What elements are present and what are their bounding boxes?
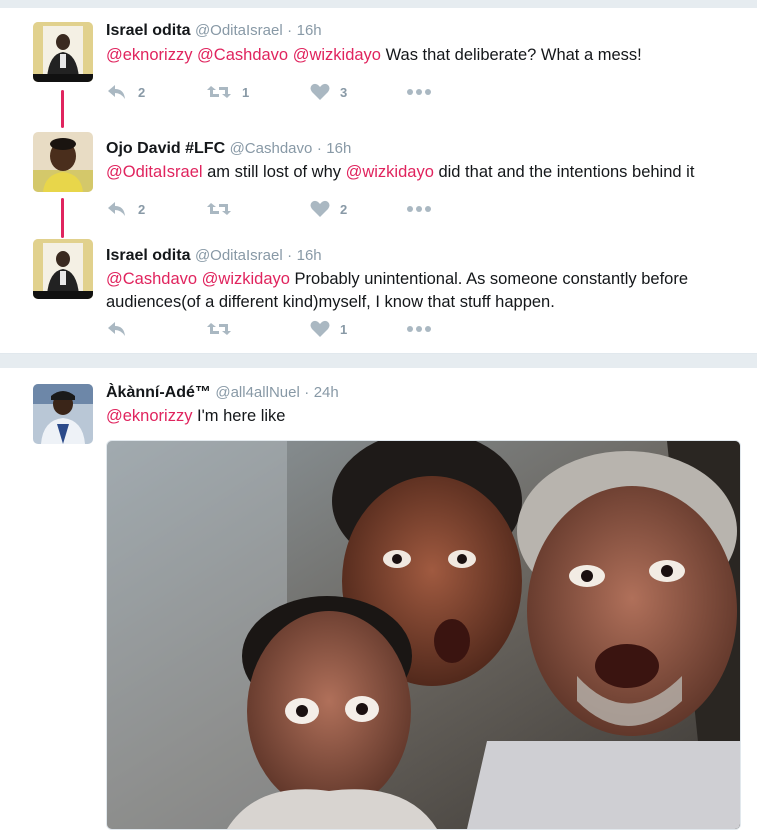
more-button[interactable] bbox=[406, 81, 432, 103]
avatar[interactable] bbox=[33, 132, 93, 192]
mention-link[interactable]: @wizkidayo bbox=[202, 270, 290, 288]
user-handle[interactable]: @Cashdavo bbox=[230, 140, 313, 157]
tweet[interactable]: Israel odita @OditaIsrael · 16h @eknoriz… bbox=[0, 8, 757, 116]
tweet-header: Israel odita @OditaIsrael · 16h bbox=[106, 22, 322, 40]
tweet-header: Àkànní-Adé™ @all4allNuel · 24h bbox=[106, 384, 339, 402]
timestamp[interactable]: 24h bbox=[314, 384, 339, 401]
reply-icon bbox=[106, 200, 128, 218]
like-count: 1 bbox=[340, 321, 348, 337]
timestamp[interactable]: 16h bbox=[326, 140, 351, 157]
reply-button[interactable]: 2 bbox=[106, 198, 145, 220]
mention-link[interactable]: @eknorizzy bbox=[106, 46, 192, 64]
retweet-icon bbox=[206, 320, 232, 338]
tweet-text: @eknorizzy @Cashdavo @wizkidayo Was that… bbox=[106, 44, 746, 67]
separator-dot: · bbox=[287, 22, 293, 39]
mention-link[interactable]: @Cashdavo bbox=[197, 46, 288, 64]
avatar[interactable] bbox=[33, 22, 93, 82]
more-icon bbox=[406, 88, 432, 96]
reply-count: 2 bbox=[138, 201, 146, 217]
display-name[interactable]: Àkànní-Adé™ bbox=[106, 384, 211, 401]
avatar[interactable] bbox=[33, 239, 93, 299]
more-button[interactable] bbox=[406, 198, 432, 220]
tweet-text-segment: Was that deliberate? What a mess! bbox=[380, 46, 642, 64]
reply-button[interactable]: 2 bbox=[106, 81, 145, 103]
heart-icon bbox=[310, 83, 330, 101]
retweet-button[interactable] bbox=[206, 318, 242, 340]
separator-dot: · bbox=[287, 247, 293, 264]
mention-link[interactable]: @Cashdavo bbox=[106, 270, 197, 288]
tweet-header: Israel odita @OditaIsrael · 16h bbox=[106, 247, 322, 265]
timestamp[interactable]: 16h bbox=[297, 247, 322, 264]
heart-icon bbox=[310, 320, 330, 338]
tweet-text-segment: am still lost of why bbox=[202, 163, 346, 181]
tweet[interactable]: Israel odita @OditaIsrael · 16h @Cashdav… bbox=[0, 224, 757, 353]
separator-dot: · bbox=[304, 384, 310, 401]
mention-link[interactable]: @OditaIsrael bbox=[106, 163, 203, 181]
more-icon bbox=[406, 205, 432, 213]
mention-link[interactable]: @eknorizzy bbox=[106, 407, 192, 425]
display-name[interactable]: Israel odita bbox=[106, 22, 190, 39]
mention-link[interactable]: @wizkidayo bbox=[346, 163, 434, 181]
tweet-actions: 2 1 3 bbox=[106, 81, 506, 103]
tweet-actions: 1 bbox=[106, 318, 506, 340]
heart-icon bbox=[310, 200, 330, 218]
retweet-button[interactable]: 1 bbox=[206, 81, 249, 103]
display-name[interactable]: Ojo David #LFC bbox=[106, 140, 225, 157]
display-name[interactable]: Israel odita bbox=[106, 247, 190, 264]
more-icon bbox=[406, 325, 432, 333]
user-handle[interactable]: @OditaIsrael bbox=[195, 247, 283, 264]
like-button[interactable]: 1 bbox=[310, 318, 347, 340]
tweet-panel: Àkànní-Adé™ @all4allNuel · 24h @eknorizz… bbox=[0, 368, 757, 837]
tweet-header: Ojo David #LFC @Cashdavo · 16h bbox=[106, 140, 351, 158]
tweet-text: @Cashdavo @wizkidayo Probably unintentio… bbox=[106, 268, 746, 314]
tweet-actions: 2 2 bbox=[106, 198, 506, 220]
tweet-text-segment: did that and the intentions behind it bbox=[433, 163, 695, 181]
timestamp[interactable]: 16h bbox=[297, 22, 322, 39]
reply-button[interactable] bbox=[106, 318, 138, 340]
conversation-panel: Israel odita @OditaIsrael · 16h @eknoriz… bbox=[0, 8, 757, 354]
separator-dot: · bbox=[316, 140, 322, 157]
like-button[interactable]: 2 bbox=[310, 198, 347, 220]
like-count: 3 bbox=[340, 84, 348, 100]
reply-icon bbox=[106, 83, 128, 101]
tweet-photo[interactable] bbox=[106, 440, 741, 830]
reply-count: 2 bbox=[138, 84, 146, 100]
avatar[interactable] bbox=[33, 384, 93, 444]
tweet[interactable]: Àkànní-Adé™ @all4allNuel · 24h @eknorizz… bbox=[0, 368, 757, 837]
tweet[interactable]: Ojo David #LFC @Cashdavo · 16h @OditaIsr… bbox=[0, 116, 757, 224]
like-button[interactable]: 3 bbox=[310, 81, 347, 103]
user-handle[interactable]: @OditaIsrael bbox=[195, 22, 283, 39]
more-button[interactable] bbox=[406, 318, 432, 340]
user-handle[interactable]: @all4allNuel bbox=[215, 384, 299, 401]
tweet-text: @OditaIsrael am still lost of why @wizki… bbox=[106, 161, 746, 184]
reply-icon bbox=[106, 320, 128, 338]
retweet-icon bbox=[206, 83, 232, 101]
mention-link[interactable]: @wizkidayo bbox=[293, 46, 381, 64]
tweet-text-segment: I'm here like bbox=[192, 407, 286, 425]
tweet-text: @eknorizzy I'm here like bbox=[106, 405, 746, 428]
retweet-button[interactable] bbox=[206, 198, 242, 220]
like-count: 2 bbox=[340, 201, 348, 217]
retweet-count: 1 bbox=[242, 84, 250, 100]
retweet-icon bbox=[206, 200, 232, 218]
